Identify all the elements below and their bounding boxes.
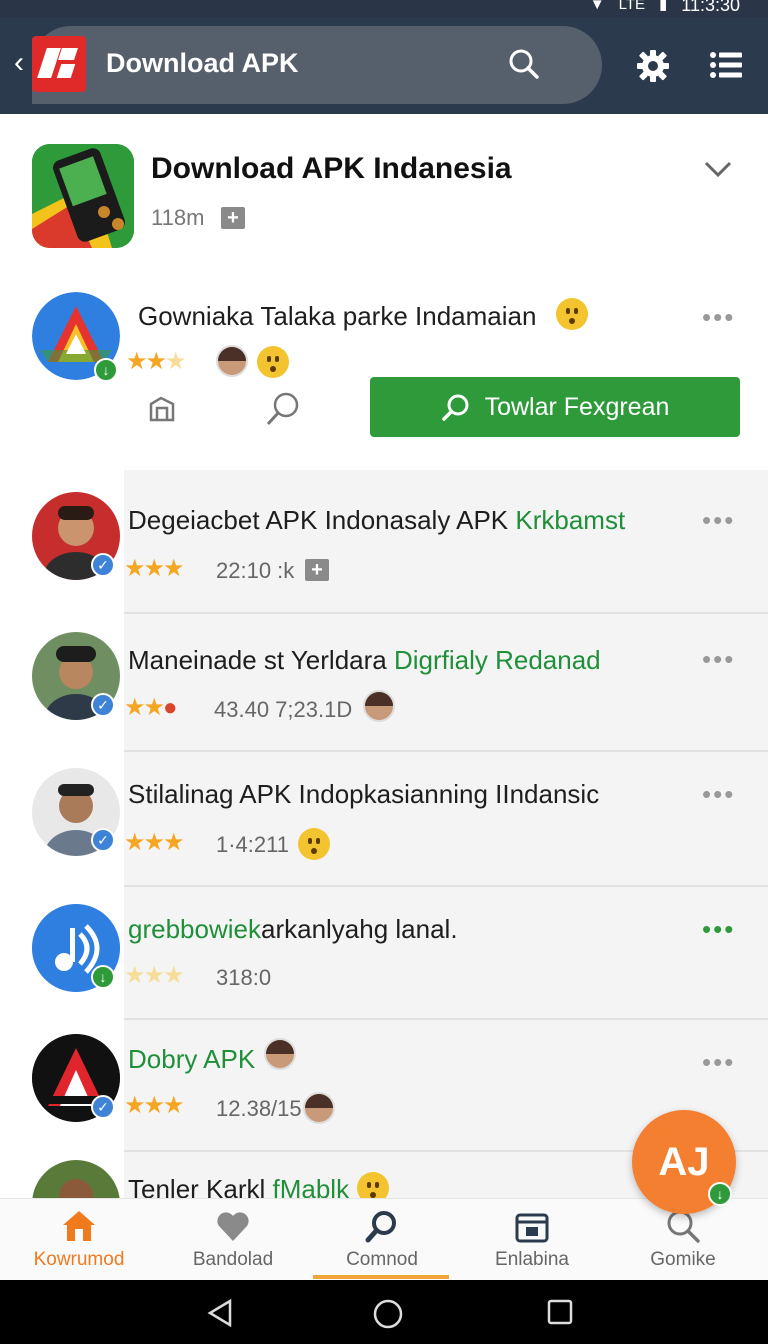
list-item-title[interactable]: Degeiacbet APK Indonasaly APK Krkbamst xyxy=(128,505,625,536)
network-label: LTE xyxy=(618,0,645,13)
nav-item-home[interactable]: Kowrumod xyxy=(4,1199,154,1281)
add-icon[interactable]: + xyxy=(305,559,329,581)
bottom-navigation: Kowrumod Bandolad Comnod Enlabina Gomike xyxy=(0,1198,768,1280)
nav-item-favorites[interactable]: Bandolad xyxy=(158,1199,308,1281)
hero-title: Download APK Indanesia xyxy=(151,152,512,185)
system-home-icon[interactable] xyxy=(372,1298,404,1330)
system-navigation-bar xyxy=(0,1280,768,1344)
list-item-meta: 12.38/15 xyxy=(216,1096,302,1121)
rating-stars: ★★★ xyxy=(126,348,186,375)
gear-icon[interactable] xyxy=(636,49,670,83)
more-options-icon[interactable]: ••• xyxy=(702,646,735,672)
share-icon[interactable] xyxy=(143,390,181,428)
verified-badge-icon: ✓ xyxy=(91,828,115,852)
signal-icon: ▼ xyxy=(589,0,605,13)
list-item-title[interactable]: grebbowiekarkanlyahg lanal. xyxy=(128,914,458,945)
rating-stars: ★★★ xyxy=(124,1092,185,1119)
list-item-meta: 22:10 :k xyxy=(216,558,295,583)
nav-item-calendar[interactable]: Enlabina xyxy=(457,1199,607,1281)
install-button-label: Towlar Fexgrean xyxy=(484,392,670,421)
app-bar: ‹ Download APK xyxy=(0,18,768,114)
explore-icon xyxy=(365,1211,396,1243)
install-button[interactable]: Towlar Fexgrean xyxy=(370,377,740,437)
more-options-icon[interactable]: ••• xyxy=(702,1049,735,1075)
status-bar: ▼ LTE ▮ 11:3:30 xyxy=(0,0,768,18)
search-icon[interactable] xyxy=(508,48,540,80)
more-options-icon[interactable]: ••• xyxy=(702,507,735,533)
more-options-icon[interactable]: ••• xyxy=(702,781,735,807)
list-item-meta: 43.40 7;23.1D xyxy=(214,697,353,722)
verified-badge-icon: ↓ xyxy=(94,358,118,382)
divider xyxy=(124,1018,768,1020)
verified-badge-icon: ✓ xyxy=(91,693,115,717)
add-icon[interactable]: + xyxy=(221,207,245,229)
verified-badge-icon: ✓ xyxy=(91,553,115,577)
back-arrow-icon[interactable]: ‹ xyxy=(14,48,24,78)
system-back-icon[interactable] xyxy=(206,1298,236,1328)
heart-icon xyxy=(217,1212,249,1241)
search-icon[interactable] xyxy=(264,390,302,428)
rating-stars: ★★★ xyxy=(124,962,185,989)
search-icon xyxy=(441,394,469,421)
list-item-title[interactable]: Stilalinag APK Indopkasianning IIndansic xyxy=(128,779,599,810)
divider xyxy=(124,612,768,614)
emoji-icon xyxy=(257,346,289,378)
more-options-icon[interactable]: ••• xyxy=(702,304,735,330)
nav-item-explore[interactable]: Comnod xyxy=(307,1199,457,1281)
status-time: 11:3:30 xyxy=(681,0,740,15)
calendar-icon xyxy=(515,1213,549,1243)
system-recents-icon[interactable] xyxy=(546,1298,574,1326)
app-screen: ▼ LTE ▮ 11:3:30 ‹ Download APK Download … xyxy=(0,0,768,1344)
list-item-meta: 1·4:211 xyxy=(216,832,289,857)
emoji-icon xyxy=(556,298,588,330)
user-face-icon xyxy=(363,690,395,722)
rating-stars: ★★★ xyxy=(124,555,185,582)
featured-title: Gowniaka Talaka parke Indamaian xyxy=(138,301,537,331)
verified-badge-icon: ↓ xyxy=(708,1182,732,1206)
user-face-icon xyxy=(264,1038,296,1070)
rating-stars: ★★● xyxy=(124,694,177,721)
list-item-meta: 318:0 xyxy=(216,965,272,990)
floating-action-button[interactable]: AJ ↓ xyxy=(632,1110,736,1214)
verified-badge-icon: ✓ xyxy=(91,1095,115,1119)
hero-app-icon[interactable] xyxy=(32,144,134,248)
emoji-icon xyxy=(298,828,330,860)
battery-icon: ▮ xyxy=(659,0,668,13)
verified-badge-icon: ↓ xyxy=(91,965,115,989)
hero-size: 118m xyxy=(151,205,205,230)
list-item-title[interactable]: Dobry APK xyxy=(128,1044,255,1075)
divider xyxy=(124,885,768,887)
more-options-icon[interactable]: ••• xyxy=(702,916,735,942)
search-icon xyxy=(667,1210,700,1243)
divider xyxy=(124,750,768,752)
list-item-title[interactable]: Maneinade st Yerldara Digrfialy Redanad xyxy=(128,645,601,676)
home-icon xyxy=(63,1211,95,1241)
active-tab-indicator xyxy=(313,1275,449,1279)
app-logo xyxy=(32,36,86,92)
user-face-icon xyxy=(216,345,248,377)
user-face-icon xyxy=(303,1092,335,1124)
rating-stars: ★★★ xyxy=(124,829,185,856)
chevron-down-icon[interactable] xyxy=(704,158,732,180)
menu-icon[interactable] xyxy=(710,51,742,79)
page-title: Download APK xyxy=(106,48,299,78)
